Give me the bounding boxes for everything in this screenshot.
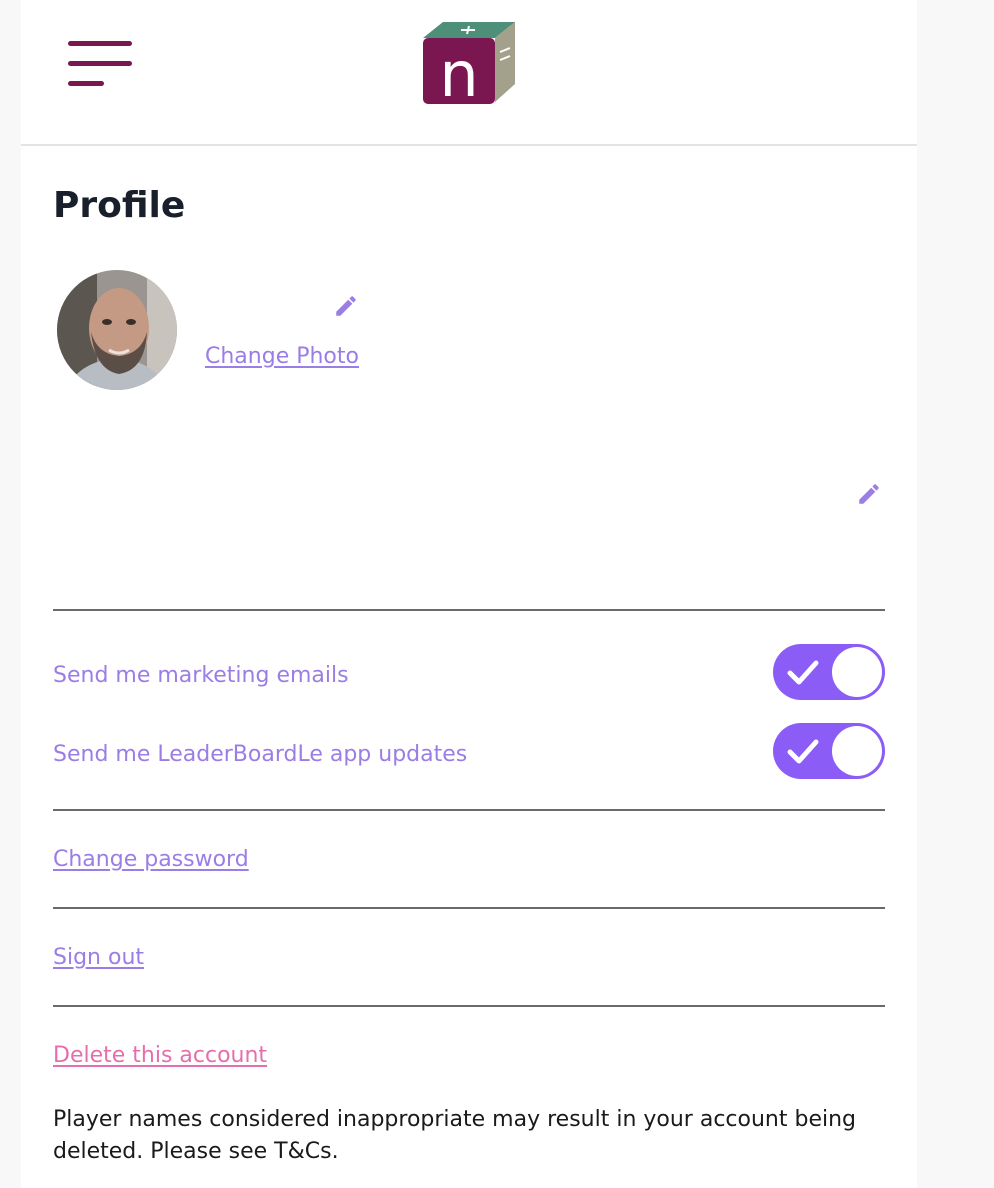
delete-account-link[interactable]: Delete this account bbox=[53, 1041, 267, 1071]
sign-out-link[interactable]: Sign out bbox=[53, 943, 144, 973]
divider bbox=[53, 907, 885, 909]
app-updates-toggle[interactable] bbox=[773, 723, 885, 779]
divider bbox=[53, 1005, 885, 1007]
avatar-photo bbox=[57, 270, 177, 390]
page-title: Profile bbox=[53, 185, 186, 226]
inappropriate-names-notice: Player names considered inappropriate ma… bbox=[53, 1107, 856, 1164]
toggle-knob bbox=[832, 726, 882, 776]
toggle-knob bbox=[832, 647, 882, 697]
app-logo: n bbox=[423, 22, 515, 106]
profile-page: n Profile Change Photo Send me marketing… bbox=[21, 0, 917, 1188]
change-password-link[interactable]: Change password bbox=[53, 845, 249, 875]
marketing-emails-label: Send me marketing emails bbox=[53, 663, 349, 688]
app-updates-label: Send me LeaderBoardLe app updates bbox=[53, 742, 468, 767]
checkmark-icon bbox=[787, 739, 819, 764]
change-photo-link[interactable]: Change Photo bbox=[205, 342, 359, 372]
top-bar: n bbox=[21, 0, 917, 146]
divider bbox=[53, 609, 885, 611]
avatar[interactable] bbox=[57, 270, 177, 390]
marketing-emails-toggle[interactable] bbox=[773, 644, 885, 700]
hamburger-menu-icon[interactable] bbox=[68, 41, 132, 87]
logo-letter: n bbox=[439, 38, 478, 106]
pencil-icon[interactable] bbox=[333, 293, 359, 319]
checkmark-icon bbox=[787, 660, 819, 685]
divider bbox=[53, 809, 885, 811]
pencil-icon[interactable] bbox=[856, 481, 882, 507]
